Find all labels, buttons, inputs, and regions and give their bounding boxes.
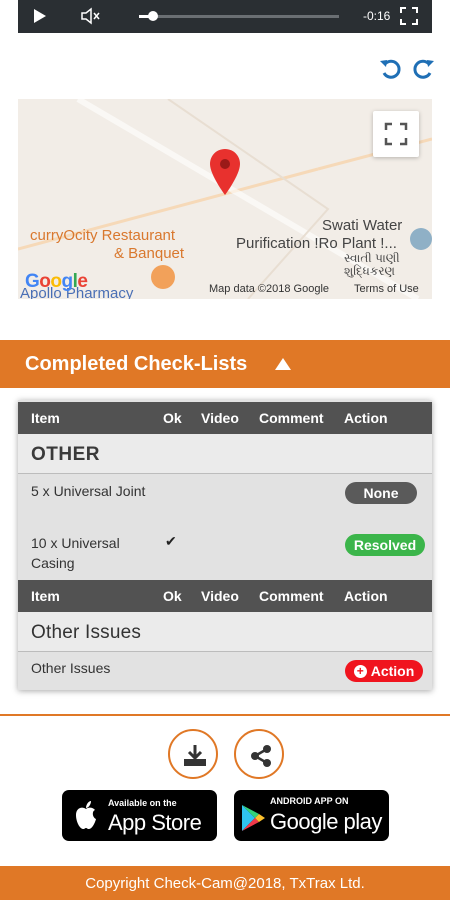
caret-up-icon xyxy=(275,358,292,370)
map-marker-icon[interactable] xyxy=(208,147,242,197)
expand-icon xyxy=(384,122,408,146)
google-play-badge[interactable]: ANDROID APP ON Google play xyxy=(234,790,389,841)
video-time: -0:16 xyxy=(363,9,391,23)
share-icon xyxy=(251,745,271,767)
completed-checklists-toggle[interactable]: Completed Check-Lists xyxy=(0,340,450,388)
volume-icon[interactable] xyxy=(80,7,102,25)
download-button[interactable] xyxy=(168,729,218,779)
rotate-left-icon[interactable] xyxy=(378,56,404,82)
google-play-icon xyxy=(242,805,265,831)
app-store-big-text: App Store xyxy=(108,810,202,835)
section-title: Completed Check-Lists xyxy=(25,352,248,375)
column-action: Action xyxy=(344,410,388,426)
app-store-small-text: Available on the xyxy=(108,798,177,808)
action-button-label: Action xyxy=(370,663,415,679)
fullscreen-icon[interactable] xyxy=(400,7,418,25)
group-title-other-issues: Other Issues xyxy=(18,612,432,652)
rotate-right-icon[interactable] xyxy=(410,56,436,82)
column-item: Item xyxy=(31,588,60,604)
column-video: Video xyxy=(201,588,239,604)
video-seek-bar[interactable] xyxy=(139,11,339,21)
share-button[interactable] xyxy=(234,729,284,779)
status-badge-resolved[interactable]: Resolved xyxy=(345,534,425,556)
section-divider xyxy=(0,714,450,716)
map-label-restaurant: curryOcity Restaurant & Banquet xyxy=(30,227,185,262)
row-item-text: Other Issues xyxy=(31,660,111,676)
video-player-controls: -0:16 xyxy=(18,0,432,33)
column-item: Item xyxy=(31,410,60,426)
google-play-small-text: ANDROID APP ON xyxy=(270,796,349,806)
map-label-water: Swati Water Purification !Ro Plant !... xyxy=(236,217,403,252)
footer-copyright: Copyright Check-Cam@2018, TxTrax Ltd. xyxy=(0,866,450,900)
group-title-other: OTHER xyxy=(18,434,432,474)
row-item-text: 10 x Universal Casing xyxy=(31,535,120,571)
apple-icon xyxy=(76,801,96,829)
plus-icon: + xyxy=(353,664,367,678)
column-ok: Ok xyxy=(163,588,182,604)
checklist-table: Item Ok Video Comment Action OTHER 5 x U… xyxy=(18,400,432,690)
check-icon: ✔ xyxy=(165,533,177,549)
table-header: Item Ok Video Comment Action xyxy=(18,402,432,434)
row-item-text: 5 x Universal Joint xyxy=(31,483,146,499)
column-action: Action xyxy=(344,588,388,604)
map-fullscreen-button[interactable] xyxy=(373,111,419,157)
column-video: Video xyxy=(201,410,239,426)
column-comment: Comment xyxy=(259,588,324,604)
google-logo: Google xyxy=(25,271,88,292)
play-icon[interactable] xyxy=(34,9,46,23)
column-ok: Ok xyxy=(163,410,182,426)
column-comment: Comment xyxy=(259,410,324,426)
download-icon xyxy=(184,745,206,766)
map-label-gujarati: સ્વાતી પાણી શુદ્ધિકરણ xyxy=(344,251,400,278)
status-badge-none[interactable]: None xyxy=(345,482,417,504)
map-data-attribution: Map data ©2018 Google xyxy=(209,283,330,295)
video-seek-handle[interactable] xyxy=(148,11,158,21)
map-view[interactable]: curryOcity Restaurant & Banquet Swati Wa… xyxy=(18,99,432,299)
app-store-badge[interactable]: Available on the App Store xyxy=(62,790,217,841)
table-header: Item Ok Video Comment Action xyxy=(18,580,432,612)
add-action-button[interactable]: + Action xyxy=(345,660,423,682)
google-play-big-text: Google play xyxy=(270,809,382,834)
map-terms-link[interactable]: Terms of Use xyxy=(354,283,419,295)
